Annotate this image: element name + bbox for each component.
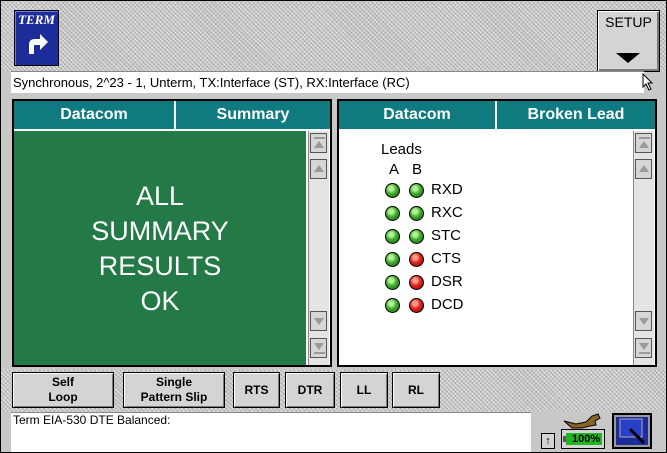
triangle-down-icon <box>616 53 640 63</box>
battery-text: 100% <box>572 433 601 445</box>
led-b-dcd <box>409 298 424 313</box>
led-b-rxd <box>409 183 424 198</box>
tab-datacom-left[interactable]: Datacom <box>14 101 176 129</box>
led-a-rxc <box>385 206 400 221</box>
bottom-button-bar: Self Loop Single Pattern Slip RTS DTR LL… <box>1 369 666 411</box>
rts-button[interactable]: RTS <box>233 372 280 408</box>
lead-name: DCD <box>431 296 464 313</box>
setup-button[interactable]: SETUP <box>597 10 660 72</box>
arrow-up-icon[interactable]: ↑ <box>541 433 555 449</box>
broken-lead-tab-row: Datacom Broken Lead <box>339 101 655 129</box>
summary-scrollbar[interactable] <box>308 131 329 365</box>
single-pattern-slip-label: Single Pattern Slip <box>140 375 208 404</box>
lead-name: STC <box>431 227 461 244</box>
scroll-down-button[interactable] <box>310 311 327 331</box>
scroll-up-button[interactable] <box>310 159 327 179</box>
summary-line-3: RESULTS <box>98 251 222 281</box>
term-label: TERM <box>18 12 55 27</box>
rts-label: RTS <box>244 382 269 397</box>
top-bar: TERM SETUP <box>1 1 666 72</box>
ll-label: LL <box>356 382 372 397</box>
summary-panel: Datacom Summary ALL SUMMARY RESULTS OK <box>12 99 332 367</box>
scroll-bottom-button[interactable] <box>635 338 652 358</box>
summary-results-area: ALL SUMMARY RESULTS OK <box>14 131 306 365</box>
tab-datacom-right[interactable]: Datacom <box>339 101 497 129</box>
scroll-up-button[interactable] <box>635 159 652 179</box>
leads-area: Leads A B RXD RXC STC CTS DSR DCD <box>339 131 631 365</box>
lead-name: CTS <box>431 250 461 267</box>
message-area: Term EIA-530 DTE Balanced: <box>11 412 531 452</box>
lead-name: DSR <box>431 273 463 290</box>
lead-name: RXC <box>431 204 463 221</box>
wrench-icon <box>563 413 601 429</box>
scroll-top-button[interactable] <box>635 133 652 153</box>
scroll-top-button[interactable] <box>310 133 327 153</box>
summary-line-1: ALL <box>135 181 185 211</box>
battery-icon: 100% <box>561 429 605 449</box>
led-b-rxc <box>409 206 424 221</box>
single-pattern-slip-button[interactable]: Single Pattern Slip <box>123 372 225 408</box>
term-button[interactable]: TERM <box>14 10 59 66</box>
summary-tab-row: Datacom Summary <box>14 101 330 129</box>
status-line: Synchronous, 2^23 - 1, Unterm, TX:Interf… <box>11 71 644 93</box>
monitor-glyph <box>619 418 646 445</box>
led-a-cts <box>385 252 400 267</box>
scroll-bottom-button[interactable] <box>310 338 327 358</box>
column-a-label: A <box>389 161 400 178</box>
leads-title: Leads <box>381 141 422 158</box>
leads-scrollbar[interactable] <box>633 131 654 365</box>
led-a-rxd <box>385 183 400 198</box>
tab-broken-lead[interactable]: Broken Lead <box>497 101 655 129</box>
summary-results-text: ALL SUMMARY RESULTS OK <box>14 179 306 319</box>
rl-label: RL <box>408 382 424 397</box>
lead-name: RXD <box>431 181 463 198</box>
led-a-stc <box>385 229 400 244</box>
monitor-icon[interactable] <box>612 413 652 449</box>
broken-lead-panel: Datacom Broken Lead Leads A B RXD RXC STC C… <box>337 99 657 367</box>
led-b-cts <box>409 252 424 267</box>
column-b-label: B <box>412 161 423 178</box>
summary-line-2: SUMMARY <box>91 216 229 246</box>
led-b-dsr <box>409 275 424 290</box>
rl-button[interactable]: RL <box>392 372 440 408</box>
ll-button[interactable]: LL <box>340 372 388 408</box>
led-a-dcd <box>385 298 400 313</box>
scroll-down-button[interactable] <box>635 311 652 331</box>
mouse-pointer-icon <box>642 73 654 91</box>
self-loop-button[interactable]: Self Loop <box>12 372 114 408</box>
summary-line-4: OK <box>140 286 180 316</box>
led-a-dsr <box>385 275 400 290</box>
dtr-button[interactable]: DTR <box>285 372 335 408</box>
self-loop-label: Self Loop <box>48 375 78 404</box>
dtr-label: DTR <box>297 382 323 397</box>
message-text: Term EIA-530 DTE Balanced: <box>13 413 171 427</box>
led-b-stc <box>409 229 424 244</box>
curved-arrow-icon <box>29 34 48 54</box>
tab-summary[interactable]: Summary <box>176 101 330 129</box>
app-window: TERM SETUP Synchronous, 2^23 - 1, Unterm… <box>0 0 667 453</box>
setup-label: SETUP <box>605 14 652 30</box>
